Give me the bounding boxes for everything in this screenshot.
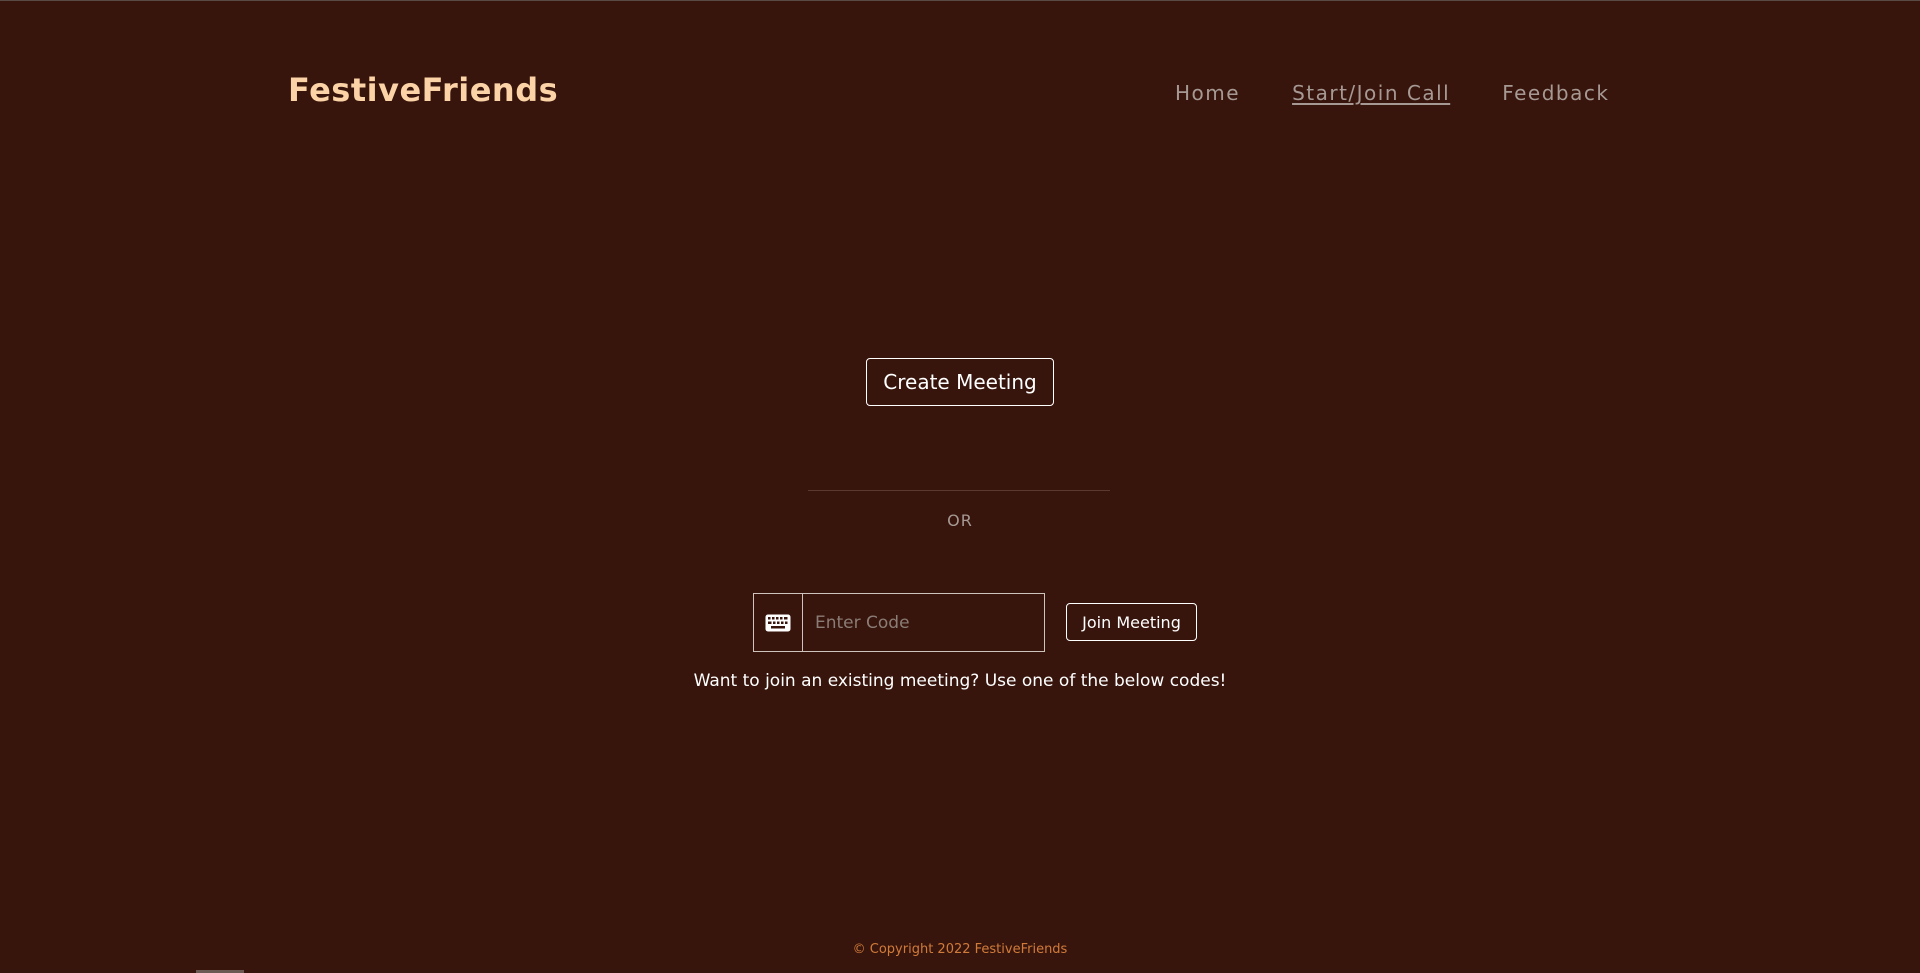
nav-start-join-link[interactable]: Start/Join Call [1292, 81, 1450, 105]
footer-copyright: © Copyright 2022 FestiveFriends [852, 942, 1068, 957]
join-hint-text: Want to join an existing meeting? Use on… [693, 671, 1227, 691]
or-label: OR [947, 511, 973, 530]
divider [808, 490, 1110, 491]
join-meeting-button[interactable]: Join Meeting [1066, 603, 1197, 641]
nav-home-link[interactable]: Home [1175, 81, 1240, 105]
meeting-code-input[interactable] [803, 594, 1044, 651]
nav-feedback-link[interactable]: Feedback [1502, 81, 1609, 105]
create-meeting-button[interactable]: Create Meeting [866, 358, 1054, 406]
brand-logo[interactable]: FestiveFriends [288, 71, 558, 109]
keyboard-icon [754, 594, 803, 651]
main-nav: Home Start/Join Call Feedback [1175, 81, 1609, 105]
meeting-code-group [753, 593, 1045, 652]
page: FestiveFriends Home Start/Join Call Feed… [0, 0, 1920, 973]
